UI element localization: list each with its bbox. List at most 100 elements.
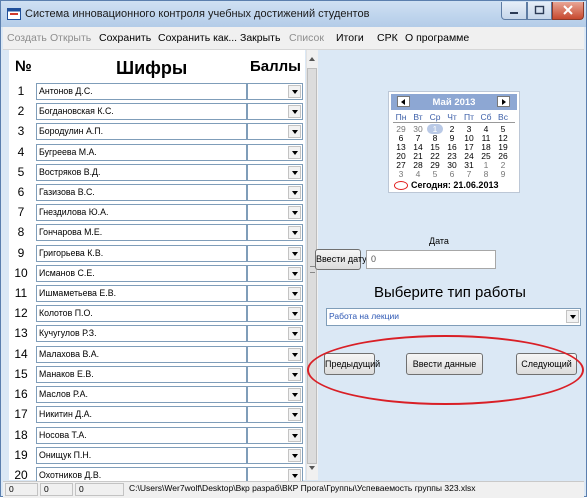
scroll-down-icon[interactable]: [309, 466, 315, 470]
chevron-down-icon[interactable]: [288, 105, 301, 118]
score-select[interactable]: [247, 447, 303, 464]
scroll-up-icon[interactable]: [309, 57, 315, 61]
row-number: 2: [17, 104, 25, 118]
chevron-down-icon[interactable]: [288, 125, 301, 138]
chevron-down-icon[interactable]: [288, 368, 301, 381]
student-name-field[interactable]: Газизова В.С.: [36, 184, 247, 201]
student-name-field[interactable]: Колотов П.О.: [36, 305, 247, 322]
score-select[interactable]: [247, 83, 303, 100]
student-name-field[interactable]: Ишмаметьева Е.В.: [36, 285, 247, 302]
calendar-next-button[interactable]: [497, 96, 510, 107]
chevron-down-icon[interactable]: [288, 226, 301, 239]
calendar-day[interactable]: 6: [444, 169, 460, 179]
minimize-button[interactable]: [501, 2, 527, 20]
student-name-field[interactable]: Востряков В.Д.: [36, 164, 247, 181]
chevron-down-icon[interactable]: [288, 247, 301, 260]
student-name-field[interactable]: Гнездилова Ю.А.: [36, 204, 247, 221]
weekday-label: Пт: [463, 112, 474, 122]
header-number: №: [15, 58, 32, 75]
score-select[interactable]: [247, 245, 303, 262]
chevron-down-icon[interactable]: [566, 310, 579, 323]
score-select[interactable]: [247, 184, 303, 201]
chevron-down-icon[interactable]: [288, 85, 301, 98]
student-name-field[interactable]: Онищук П.Н.: [36, 447, 247, 464]
score-select[interactable]: [247, 224, 303, 241]
chevron-down-icon[interactable]: [288, 327, 301, 340]
menu-close[interactable]: Закрыть: [240, 32, 280, 44]
student-row: 5 Востряков В.Д.: [9, 164, 305, 182]
close-icon: [563, 5, 573, 15]
chevron-down-icon[interactable]: [288, 348, 301, 361]
score-select[interactable]: [247, 346, 303, 363]
chevron-down-icon[interactable]: [288, 287, 301, 300]
status-file-path: C:\Users\Wer7wolf\Desktop\Вкр разраб\ВКР…: [129, 483, 476, 493]
next-button[interactable]: Следующий: [516, 353, 577, 375]
score-select[interactable]: [247, 144, 303, 161]
calendar-day[interactable]: 5: [427, 169, 443, 179]
previous-button[interactable]: Предыдущий: [324, 353, 380, 375]
chevron-down-icon[interactable]: [288, 449, 301, 462]
chevron-down-icon[interactable]: [288, 166, 301, 179]
student-name-field[interactable]: Никитин Д.А.: [36, 406, 247, 423]
score-select[interactable]: [247, 265, 303, 282]
menu-create[interactable]: Создать: [7, 32, 47, 44]
calendar[interactable]: Май 2013 Пн Вт Ср Чт Пт Сб Вс 29 30 1 2 …: [388, 91, 520, 193]
maximize-button[interactable]: [527, 2, 552, 20]
title-bar[interactable]: Система инновационного контроля учебных …: [1, 1, 586, 27]
menu-about[interactable]: О программе: [405, 32, 469, 44]
student-name-field[interactable]: Богдановская К.С.: [36, 103, 247, 120]
score-select[interactable]: [247, 123, 303, 140]
student-name-field[interactable]: Бородулин А.П.: [36, 123, 247, 140]
student-name-field[interactable]: Манаков Е.В.: [36, 366, 247, 383]
chevron-down-icon[interactable]: [288, 307, 301, 320]
menu-results[interactable]: Итоги: [336, 32, 364, 44]
student-name-field[interactable]: Маслов Р.А.: [36, 386, 247, 403]
student-name-field[interactable]: Исманов С.Е.: [36, 265, 247, 282]
menu-srk[interactable]: СРК: [377, 32, 398, 44]
submit-data-button[interactable]: Ввести данные: [406, 353, 483, 375]
student-name-field[interactable]: Кучугулов Р.З.: [36, 325, 247, 342]
calendar-day[interactable]: 4: [410, 169, 426, 179]
today-label: Сегодня: 21.06.2013: [411, 180, 499, 190]
calendar-today[interactable]: Сегодня: 21.06.2013: [393, 180, 517, 191]
menu-save-as[interactable]: Сохранить как...: [158, 32, 237, 44]
student-name-field[interactable]: Бугреева М.А.: [36, 144, 247, 161]
score-select[interactable]: [247, 204, 303, 221]
calendar-day[interactable]: 9: [495, 169, 511, 179]
score-select[interactable]: [247, 164, 303, 181]
chevron-down-icon[interactable]: [288, 408, 301, 421]
score-select[interactable]: [247, 325, 303, 342]
chevron-down-icon[interactable]: [288, 429, 301, 442]
calendar-day[interactable]: 8: [478, 169, 494, 179]
menu-open[interactable]: Открыть: [50, 32, 91, 44]
score-select[interactable]: [247, 366, 303, 383]
date-input[interactable]: 0: [366, 250, 496, 269]
score-select[interactable]: [247, 285, 303, 302]
student-row: 19 Онищук П.Н.: [9, 447, 305, 465]
student-name-field[interactable]: Григорьева К.В.: [36, 245, 247, 262]
score-select[interactable]: [247, 406, 303, 423]
calendar-prev-button[interactable]: [397, 96, 410, 107]
row-number: 12: [14, 306, 28, 320]
row-number: 1: [17, 84, 25, 98]
work-type-select[interactable]: Работа на лекции: [326, 308, 581, 326]
menu-list[interactable]: Список: [289, 32, 324, 44]
score-select[interactable]: [247, 386, 303, 403]
score-select[interactable]: [247, 427, 303, 444]
calendar-day[interactable]: 7: [461, 169, 477, 179]
menu-save[interactable]: Сохранить: [99, 32, 151, 44]
score-select[interactable]: [247, 305, 303, 322]
chevron-down-icon[interactable]: [288, 186, 301, 199]
student-name-field[interactable]: Малахова В.А.: [36, 346, 247, 363]
chevron-down-icon[interactable]: [288, 267, 301, 280]
score-select[interactable]: [247, 103, 303, 120]
student-name-field[interactable]: Носова Т.А.: [36, 427, 247, 444]
student-name-field[interactable]: Гончарова М.Е.: [36, 224, 247, 241]
student-name-field[interactable]: Антонов Д.С.: [36, 83, 247, 100]
chevron-down-icon[interactable]: [288, 206, 301, 219]
chevron-down-icon[interactable]: [288, 388, 301, 401]
calendar-day[interactable]: 3: [393, 169, 409, 179]
enter-date-button[interactable]: Ввести дату: [315, 249, 367, 270]
chevron-down-icon[interactable]: [288, 146, 301, 159]
close-button[interactable]: [552, 2, 584, 20]
